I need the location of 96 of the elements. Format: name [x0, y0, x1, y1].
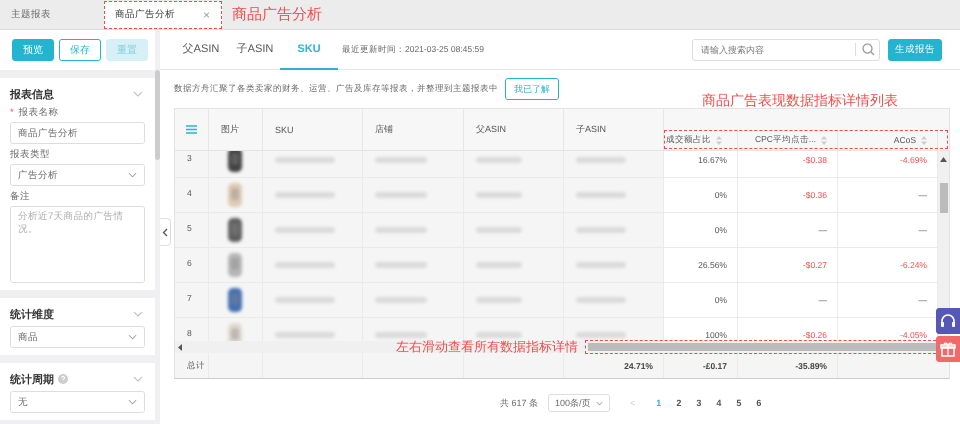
chevron-icon: [128, 334, 137, 340]
table-cell: 16.67%: [664, 151, 738, 177]
column-header: 店铺: [363, 109, 464, 150]
blurred-text: [576, 227, 626, 233]
annotation-text: 商品广告表现数据指标详情列表: [702, 92, 898, 110]
table-cell: -$0.38: [738, 151, 838, 177]
blurred-text: [476, 332, 522, 338]
blurred-text: [375, 192, 427, 198]
chevron-icon: [596, 400, 604, 406]
table-cell: 0%: [664, 213, 738, 247]
section-title: 统计维度: [10, 308, 54, 322]
page-number[interactable]: 3: [696, 398, 702, 408]
blurred-text: [476, 227, 522, 233]
blurred-text: [576, 262, 626, 268]
column-header[interactable]: CPC平均点击...: [738, 130, 838, 150]
column-header[interactable]: 成交额占比: [664, 130, 738, 150]
row-number: 3: [175, 151, 209, 177]
gift-icon: [940, 341, 956, 357]
page-number[interactable]: 4: [716, 398, 722, 408]
column-header: 父ASIN: [464, 109, 564, 150]
row-number: 6: [175, 248, 209, 282]
page-number[interactable]: 2: [676, 398, 682, 408]
headset-icon: [940, 313, 956, 329]
column-header: 图片: [209, 109, 263, 150]
blurred-text: [576, 192, 626, 198]
row-number: 8: [175, 318, 209, 341]
blurred-text: [476, 262, 522, 268]
row-number: 5: [175, 213, 209, 247]
blurred-text: [476, 157, 522, 163]
blurred-text: [275, 157, 335, 163]
page-tab[interactable]: 商品广告分析 ×: [104, 0, 222, 28]
column-header[interactable]: ACoS: [838, 130, 938, 150]
row-number: 4: [175, 178, 209, 212]
chevron-icon[interactable]: [133, 376, 143, 382]
page-number[interactable]: 6: [756, 398, 762, 408]
total-count: 共 617 条: [500, 396, 538, 410]
chevron-icon: [128, 399, 137, 405]
column-header: SKU: [263, 109, 363, 150]
page-tab[interactable]: 主题报表: [0, 0, 104, 28]
blurred-text: [275, 262, 335, 268]
blurred-text: [375, 332, 427, 338]
select-field[interactable]: 广告分析: [10, 164, 145, 186]
table-cell: 26.56%: [664, 248, 738, 282]
help-icon[interactable]: [58, 374, 68, 384]
scrollbar[interactable]: [155, 70, 160, 160]
scroll-up-icon[interactable]: [940, 157, 947, 162]
sort-icon[interactable]: [821, 136, 827, 144]
input-field[interactable]: 商品广告分析: [10, 122, 145, 144]
sort-icon[interactable]: [716, 136, 722, 144]
section-title: 报表信息: [10, 88, 54, 102]
column-header: 子ASIN: [564, 109, 664, 150]
field-label: 报表类型: [10, 149, 50, 160]
table-cell: -$0.36: [738, 178, 838, 212]
blurred-text: [576, 297, 626, 303]
chevron-icon[interactable]: [133, 311, 143, 317]
annotation-text: 左右滑动查看所有数据指标详情: [396, 338, 578, 356]
row-number: 7: [175, 283, 209, 317]
blurred-text: [476, 192, 522, 198]
section-title: 统计周期: [10, 372, 54, 386]
annotation-text: 商品广告分析: [232, 5, 322, 24]
scroll-left-icon[interactable]: [178, 344, 182, 350]
menu-icon[interactable]: [186, 125, 197, 134]
page-number[interactable]: 5: [736, 398, 742, 408]
gift-button[interactable]: [936, 336, 960, 362]
blurred-text: [275, 297, 335, 303]
scrollbar-thumb[interactable]: [588, 343, 938, 351]
notice-text: 数据方舟汇聚了各类卖家的财务、运营、广告及库存等报表，并整理到主题报表中: [174, 83, 498, 95]
search-field[interactable]: 请输入搜索内容: [692, 38, 880, 60]
required-mark: *: [10, 107, 14, 118]
blurred-text: [275, 192, 335, 198]
support-button[interactable]: [936, 308, 960, 334]
sort-icon[interactable]: [921, 136, 927, 144]
blurred-text: [375, 157, 427, 163]
scrollbar-thumb[interactable]: [940, 183, 948, 213]
chevron-icon[interactable]: [133, 91, 143, 97]
field-label: 报表名称: [18, 107, 58, 118]
blurred-text: [275, 332, 335, 338]
select-field[interactable]: 商品: [10, 326, 145, 348]
chevron-icon: [128, 172, 137, 178]
blurred-text: [476, 297, 522, 303]
table-cell: 0%: [664, 178, 738, 212]
table-cell: —: [738, 283, 838, 317]
blurred-text: [375, 262, 427, 268]
blurred-text: [576, 157, 626, 163]
blurred-text: [375, 297, 427, 303]
field-label: 备注: [10, 191, 30, 202]
table-cell: -$0.27: [738, 248, 838, 282]
blurred-text: [576, 332, 626, 338]
update-time: 最近更新时间：2021-03-25 08:45:59: [342, 44, 484, 56]
table-cell: 0%: [664, 283, 738, 317]
page-size-select[interactable]: 100条/页: [548, 394, 610, 412]
table-cell: —: [738, 213, 838, 247]
blurred-text: [275, 227, 335, 233]
collapse-handle[interactable]: [160, 218, 171, 246]
blurred-text: [375, 227, 427, 233]
select-field[interactable]: 无: [10, 391, 145, 413]
